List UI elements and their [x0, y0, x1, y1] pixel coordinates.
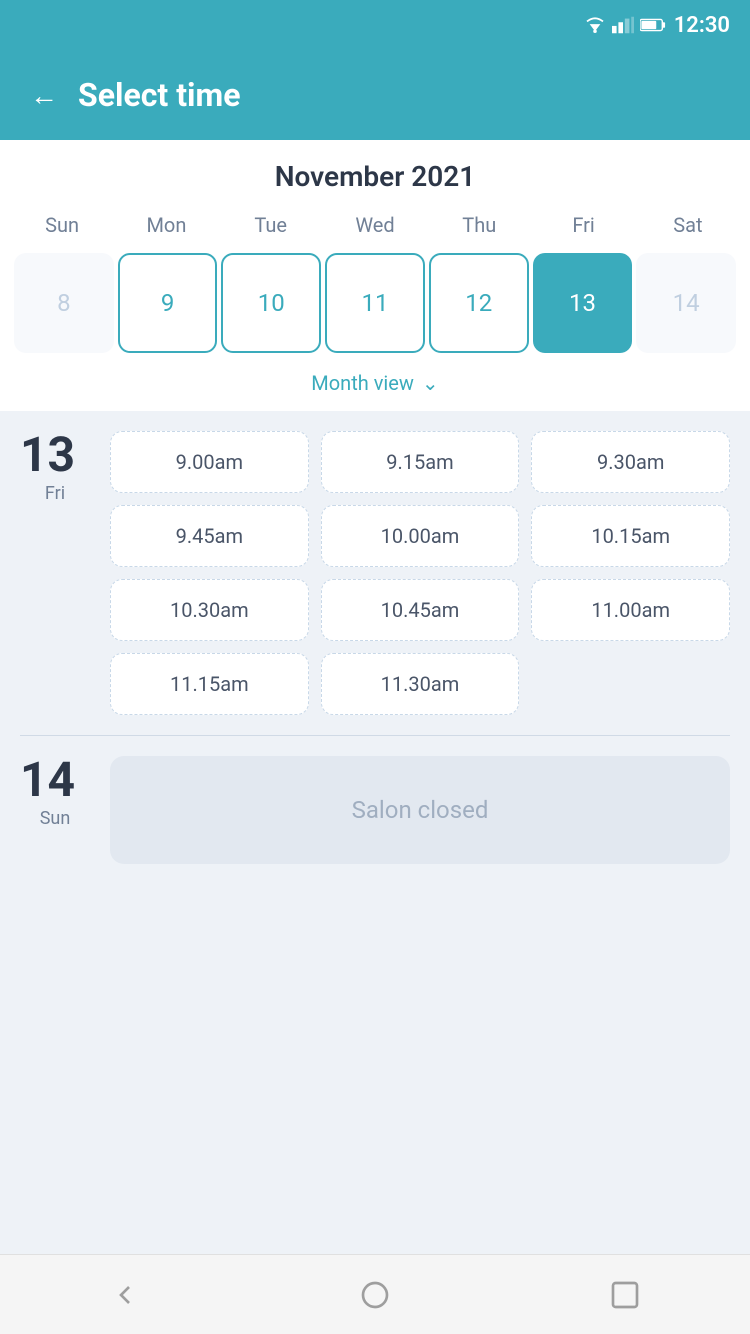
day-12[interactable]: 12: [429, 253, 529, 353]
day-9[interactable]: 9: [118, 253, 218, 353]
nav-home-button[interactable]: [357, 1277, 393, 1313]
weekday-sat: Sat: [636, 209, 740, 241]
calendar-section: November 2021 Sun Mon Tue Wed Thu Fri Sa…: [0, 140, 750, 411]
status-time: 12:30: [674, 13, 730, 38]
signal-icon: [612, 16, 634, 34]
salon-closed-message: Salon closed: [110, 756, 730, 864]
day-10[interactable]: 10: [221, 253, 321, 353]
recents-nav-icon: [609, 1279, 641, 1311]
battery-icon: [640, 17, 666, 33]
day-8[interactable]: 8: [14, 253, 114, 353]
time-slot-930am[interactable]: 9.30am: [531, 431, 730, 493]
month-year: November 2021: [10, 160, 740, 193]
time-slot-900am[interactable]: 9.00am: [110, 431, 309, 493]
header: ← Select time: [0, 50, 750, 140]
day-14-name: Sun: [20, 808, 90, 829]
time-slot-1115am[interactable]: 11.15am: [110, 653, 309, 715]
day-14-number: 14: [20, 756, 90, 804]
bottom-nav: [0, 1254, 750, 1334]
divider: [20, 735, 730, 736]
day-14[interactable]: 14: [636, 253, 736, 353]
weekday-tue: Tue: [219, 209, 323, 241]
time-slot-1045am[interactable]: 10.45am: [321, 579, 520, 641]
day-13-name: Fri: [20, 483, 90, 504]
weekdays-row: Sun Mon Tue Wed Thu Fri Sat: [10, 209, 740, 241]
month-view-label: Month view: [311, 371, 414, 395]
time-slot-1015am[interactable]: 10.15am: [531, 505, 730, 567]
days-row: 8 9 10 11 12 13 14: [10, 249, 740, 357]
time-slot-945am[interactable]: 9.45am: [110, 505, 309, 567]
weekday-fri: Fri: [531, 209, 635, 241]
time-slot-1030am[interactable]: 10.30am: [110, 579, 309, 641]
time-grid-13: 9.00am 9.15am 9.30am 9.45am 10.00am 10.1…: [110, 431, 730, 715]
chevron-down-icon: ⌄: [422, 371, 439, 395]
back-button[interactable]: ←: [30, 79, 58, 112]
day-14-label: 14 Sun: [20, 756, 90, 829]
wifi-icon: [584, 17, 606, 33]
time-slot-1100am[interactable]: 11.00am: [531, 579, 730, 641]
day-14-block: 14 Sun Salon closed: [20, 756, 730, 864]
time-slot-1000am[interactable]: 10.00am: [321, 505, 520, 567]
weekday-thu: Thu: [427, 209, 531, 241]
day-13-label: 13 Fri: [20, 431, 90, 504]
weekday-sun: Sun: [10, 209, 114, 241]
month-view-toggle[interactable]: Month view ⌄: [10, 357, 740, 401]
time-slot-915am[interactable]: 9.15am: [321, 431, 520, 493]
back-nav-icon: [109, 1279, 141, 1311]
status-bar: 12:30: [0, 0, 750, 50]
time-slot-1130am[interactable]: 11.30am: [321, 653, 520, 715]
day-13-number: 13: [20, 431, 90, 479]
page-title: Select time: [78, 76, 240, 114]
day-13[interactable]: 13: [533, 253, 633, 353]
nav-back-button[interactable]: [107, 1277, 143, 1313]
time-section: 13 Fri 9.00am 9.15am 9.30am 9.45am 10.00…: [0, 411, 750, 1254]
home-nav-icon: [359, 1279, 391, 1311]
day-11[interactable]: 11: [325, 253, 425, 353]
status-icons: [584, 16, 666, 34]
day-13-block: 13 Fri 9.00am 9.15am 9.30am 9.45am 10.00…: [20, 431, 730, 715]
weekday-mon: Mon: [114, 209, 218, 241]
nav-recents-button[interactable]: [607, 1277, 643, 1313]
weekday-wed: Wed: [323, 209, 427, 241]
